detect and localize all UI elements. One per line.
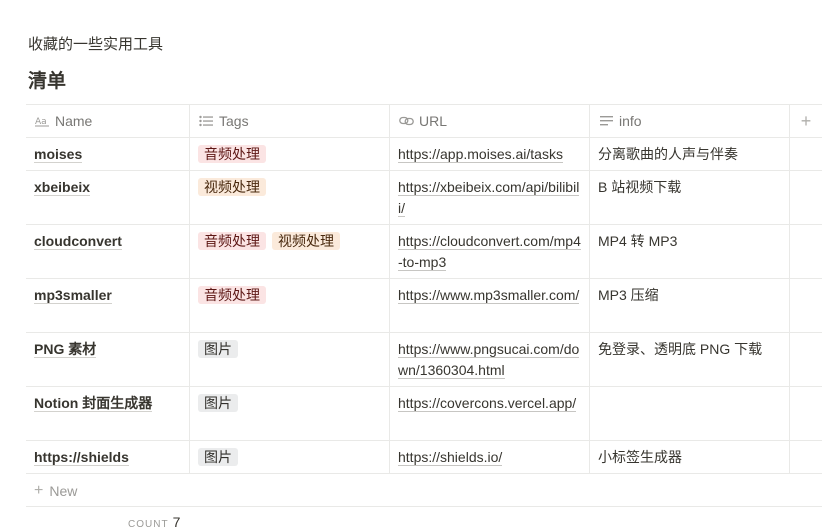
table-footer-divider (26, 506, 822, 507)
page-intro: 收藏的一些实用工具 (28, 36, 164, 53)
column-header-tags[interactable]: Tags (190, 105, 390, 137)
info-text: MP4 转 MP3 (598, 233, 678, 249)
row-title-link[interactable]: https://shields (34, 449, 129, 466)
empty-cell (790, 441, 822, 473)
row-title-link[interactable]: PNG 素材 (34, 341, 97, 358)
text-lines-icon (598, 115, 614, 127)
url-cell[interactable]: https://covercons.vercel.app/ (390, 387, 590, 440)
empty-cell (790, 387, 822, 440)
tag-badge: 音频处理 (198, 145, 266, 163)
column-header-name[interactable]: Aa Name (26, 105, 190, 137)
table-header: Aa Name Tags URL info + (26, 105, 822, 138)
add-column-button[interactable]: + (790, 105, 822, 137)
link-icon (398, 115, 414, 127)
url-cell[interactable]: https://www.pngsucai.com/down/1360304.ht… (390, 333, 590, 386)
tag-badge: 图片 (198, 448, 238, 466)
url-link[interactable]: https://www.mp3smaller.com/ (398, 287, 580, 304)
tag-badge: 视频处理 (272, 232, 340, 250)
info-cell[interactable]: MP4 转 MP3 (590, 225, 790, 278)
empty-cell (790, 279, 822, 332)
info-cell[interactable]: 分离歌曲的人声与伴奏 (590, 138, 790, 170)
table-row[interactable]: cloudconvert 音频处理 视频处理 https://cloudconvert… (26, 225, 822, 279)
url-link[interactable]: https://www.pngsucai.com/down/1360304.ht… (398, 341, 580, 379)
row-title-link[interactable]: mp3smaller (34, 287, 112, 304)
column-header-label: Name (55, 112, 93, 129)
multi-select-icon (198, 115, 214, 127)
empty-cell (790, 225, 822, 278)
row-title-link[interactable]: xbeibeix (34, 179, 91, 196)
url-cell[interactable]: https://cloudconvert.com/mp4-to-mp3 (390, 225, 590, 278)
info-cell[interactable]: 免登录、透明底 PNG 下载 (590, 333, 790, 386)
empty-cell (790, 138, 822, 170)
table-row[interactable]: https://shields 图片 https://shields.io/小标签生… (26, 441, 822, 474)
url-cell[interactable]: https://www.mp3smaller.com/ (390, 279, 590, 332)
info-text: 分离歌曲的人声与伴奏 (598, 146, 738, 162)
count-summary[interactable]: COUNT 7 (128, 514, 180, 528)
tags-cell[interactable]: 音频处理 (190, 138, 390, 170)
name-cell[interactable]: PNG 素材 (26, 333, 190, 386)
table-row[interactable]: xbeibeix 视频处理 https://xbeibeix.com/api/bil… (26, 171, 822, 225)
database-table: Aa Name Tags URL info + moises 音频处理 https:… (26, 104, 822, 474)
new-row-button[interactable]: + New (34, 481, 77, 501)
name-cell[interactable]: https://shields (26, 441, 190, 473)
table-row[interactable]: moises 音频处理 https://app.moises.ai/tasks 分离歌… (26, 138, 822, 171)
url-link[interactable]: https://cloudconvert.com/mp4-to-mp3 (398, 233, 581, 271)
new-row-label: New (49, 483, 78, 499)
count-value: 7 (172, 514, 181, 528)
tag-badge: 音频处理 (198, 286, 266, 304)
url-cell[interactable]: https://xbeibeix.com/api/bilibili/ (390, 171, 590, 224)
table-row[interactable]: mp3smaller 音频处理 https://www.mp3smaller.com… (26, 279, 822, 333)
table-row[interactable]: Notion 封面生成器 图片 https://covercons.vercel.a… (26, 387, 822, 441)
empty-cell (790, 333, 822, 386)
tag-badge: 视频处理 (198, 178, 266, 196)
row-title-link[interactable]: moises (34, 146, 83, 163)
column-header-label: URL (419, 112, 448, 129)
tags-cell[interactable]: 音频处理 视频处理 (190, 225, 390, 278)
name-cell[interactable]: cloudconvert (26, 225, 190, 278)
row-title-link[interactable]: cloudconvert (34, 233, 122, 250)
plus-icon: + (34, 482, 44, 499)
info-cell[interactable] (590, 387, 790, 440)
column-header-label: Tags (219, 112, 249, 129)
empty-cell (790, 171, 822, 224)
tag-badge: 音频处理 (198, 232, 266, 250)
url-link[interactable]: https://shields.io/ (398, 449, 503, 466)
url-cell[interactable]: https://shields.io/ (390, 441, 590, 473)
url-cell[interactable]: https://app.moises.ai/tasks (390, 138, 590, 170)
name-cell[interactable]: xbeibeix (26, 171, 190, 224)
info-cell[interactable]: 小标签生成器 (590, 441, 790, 473)
info-cell[interactable]: MP3 压缩 (590, 279, 790, 332)
tags-cell[interactable]: 视频处理 (190, 171, 390, 224)
count-label: COUNT (128, 519, 169, 528)
url-link[interactable]: https://xbeibeix.com/api/bilibili/ (398, 179, 580, 217)
name-cell[interactable]: Notion 封面生成器 (26, 387, 190, 440)
name-cell[interactable]: mp3smaller (26, 279, 190, 332)
column-header-label: info (619, 112, 642, 129)
column-header-info[interactable]: info (590, 105, 790, 137)
url-link[interactable]: https://app.moises.ai/tasks (398, 146, 563, 163)
tags-cell[interactable]: 图片 (190, 333, 390, 386)
column-header-url[interactable]: URL (390, 105, 590, 137)
name-cell[interactable]: moises (26, 138, 190, 170)
row-title-link[interactable]: Notion 封面生成器 (34, 395, 153, 412)
tag-badge: 图片 (198, 394, 238, 412)
tags-cell[interactable]: 音频处理 (190, 279, 390, 332)
info-cell[interactable]: B 站视频下载 (590, 171, 790, 224)
info-text: 小标签生成器 (598, 449, 682, 465)
tags-cell[interactable]: 图片 (190, 387, 390, 440)
info-text: 免登录、透明底 PNG 下载 (598, 341, 763, 357)
info-text: MP3 压缩 (598, 287, 659, 303)
tags-cell[interactable]: 图片 (190, 441, 390, 473)
table-body: moises 音频处理 https://app.moises.ai/tasks 分离歌… (26, 138, 822, 474)
table-row[interactable]: PNG 素材 图片 https://www.pngsucai.com/down/13… (26, 333, 822, 387)
info-text: B 站视频下载 (598, 179, 682, 195)
url-link[interactable]: https://covercons.vercel.app/ (398, 395, 577, 412)
database-title[interactable]: 清单 (28, 70, 66, 94)
text-property-icon: Aa (34, 115, 50, 127)
tag-badge: 图片 (198, 340, 238, 358)
